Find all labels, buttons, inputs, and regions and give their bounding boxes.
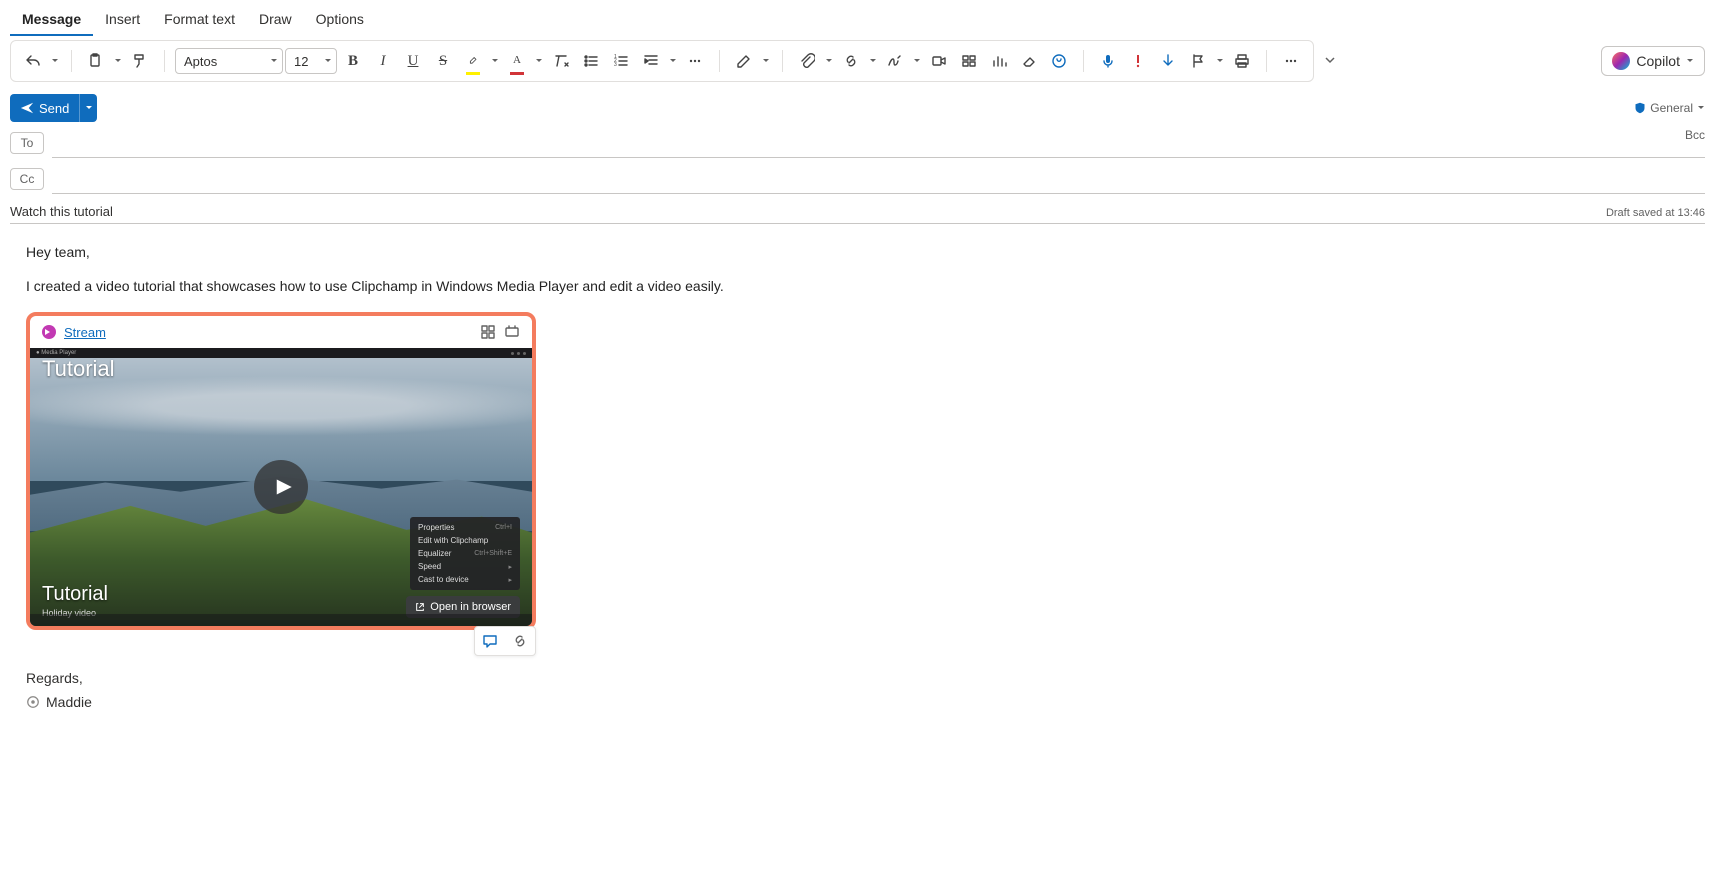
numbering-button[interactable]: 123 [607, 47, 635, 75]
eraser-button[interactable] [1015, 47, 1043, 75]
undo-dropdown[interactable] [49, 47, 61, 75]
format-painter-button[interactable] [126, 47, 154, 75]
open-in-browser-label: Open in browser [430, 601, 511, 613]
to-button[interactable]: To [10, 132, 44, 154]
bullets-button[interactable] [577, 47, 605, 75]
dictate-button[interactable] [1094, 47, 1122, 75]
strikethrough-button[interactable]: S [429, 47, 457, 75]
copilot-icon [1612, 52, 1630, 70]
video-thumbnail[interactable]: ● Media Player Tutorial PropertiesCtrl+I… [30, 348, 532, 626]
send-icon [20, 101, 34, 115]
attach-button[interactable] [793, 47, 821, 75]
paste-dropdown[interactable] [112, 47, 124, 75]
link-button[interactable] [837, 47, 865, 75]
external-link-icon [415, 602, 425, 612]
video-context-menu: PropertiesCtrl+I Edit with Clipchamp Equ… [410, 517, 520, 590]
signature-regards: Regards, [26, 670, 1705, 686]
ribbon-expand-button[interactable] [1320, 50, 1340, 73]
copilot-label: Copilot [1636, 53, 1680, 69]
tab-options[interactable]: Options [304, 4, 376, 36]
chevron-down-icon [1697, 104, 1705, 112]
card-link-button[interactable] [505, 627, 535, 655]
signature-dropdown[interactable] [911, 47, 923, 75]
body-line-1: I created a video tutorial that showcase… [26, 278, 1705, 294]
draft-status: Draft saved at 13:46 [1606, 207, 1705, 219]
viva-button[interactable] [1045, 47, 1073, 75]
sensitivity-selector[interactable]: General [1634, 101, 1705, 115]
importance-low-button[interactable] [1154, 47, 1182, 75]
signature-name: Maddie [46, 694, 92, 710]
card-inline-controls [474, 626, 536, 656]
signature-button[interactable] [881, 47, 909, 75]
send-dropdown[interactable] [79, 94, 97, 122]
shield-icon [1634, 102, 1646, 114]
record-button[interactable] [925, 47, 953, 75]
styles-dropdown[interactable] [760, 47, 772, 75]
bold-button[interactable]: B [339, 47, 367, 75]
italic-button[interactable]: I [369, 47, 397, 75]
styles-button[interactable] [730, 47, 758, 75]
print-button[interactable] [1228, 47, 1256, 75]
font-size-value: 12 [294, 54, 308, 69]
highlight-button[interactable] [459, 47, 487, 75]
cc-button[interactable]: Cc [10, 168, 44, 190]
attach-dropdown[interactable] [823, 47, 835, 75]
stream-logo-icon [42, 325, 56, 339]
loop-button[interactable] [955, 47, 983, 75]
video-title-bottom: Tutorial [42, 583, 108, 606]
link-dropdown[interactable] [867, 47, 879, 75]
video-title-top: Tutorial [42, 356, 115, 382]
chevron-down-icon [270, 57, 278, 65]
font-size-select[interactable]: 12 [285, 48, 337, 74]
teams-status-icon [26, 695, 40, 709]
font-name-select[interactable]: Aptos [175, 48, 283, 74]
tab-format-text[interactable]: Format text [152, 4, 247, 36]
stream-source-link[interactable]: Stream [64, 325, 106, 340]
play-button[interactable] [254, 460, 308, 514]
importance-high-button[interactable] [1124, 47, 1152, 75]
card-expand-icon[interactable] [504, 324, 520, 340]
tab-insert[interactable]: Insert [93, 4, 152, 36]
ribbon: Aptos 12 B I U S A 123 [10, 40, 1314, 82]
greeting-line: Hey team, [26, 244, 1705, 260]
font-color-button[interactable]: A [503, 47, 531, 75]
underline-button[interactable]: U [399, 47, 427, 75]
subject-input[interactable] [10, 204, 1606, 219]
tab-message[interactable]: Message [10, 4, 93, 36]
chevron-down-icon [324, 57, 332, 65]
highlight-dropdown[interactable] [489, 47, 501, 75]
flag-button[interactable] [1184, 47, 1212, 75]
more-formatting-button[interactable] [681, 47, 709, 75]
flag-dropdown[interactable] [1214, 47, 1226, 75]
undo-button[interactable] [19, 47, 47, 75]
send-button[interactable]: Send [10, 94, 79, 122]
bcc-toggle[interactable]: Bcc [1685, 128, 1705, 142]
stream-video-card[interactable]: Stream ● Media Player Tutorial [26, 312, 536, 630]
svg-text:3: 3 [614, 62, 617, 68]
cc-input[interactable] [52, 164, 1705, 194]
indent-button[interactable] [637, 47, 665, 75]
tab-draw[interactable]: Draw [247, 4, 304, 36]
indent-dropdown[interactable] [667, 47, 679, 75]
font-name-value: Aptos [184, 54, 217, 69]
sensitivity-label: General [1650, 101, 1693, 115]
card-grid-icon[interactable] [480, 324, 496, 340]
clear-formatting-button[interactable] [547, 47, 575, 75]
send-label: Send [39, 101, 69, 116]
email-body[interactable]: Hey team, I created a video tutorial tha… [0, 224, 1715, 720]
paste-button[interactable] [82, 47, 110, 75]
font-color-dropdown[interactable] [533, 47, 545, 75]
card-comment-button[interactable] [475, 627, 505, 655]
chevron-down-icon [1686, 57, 1694, 65]
to-input[interactable] [52, 128, 1705, 158]
compose-tabs: Message Insert Format text Draw Options [0, 0, 1715, 36]
poll-button[interactable] [985, 47, 1013, 75]
more-commands-button[interactable] [1277, 47, 1305, 75]
copilot-button[interactable]: Copilot [1601, 46, 1705, 76]
